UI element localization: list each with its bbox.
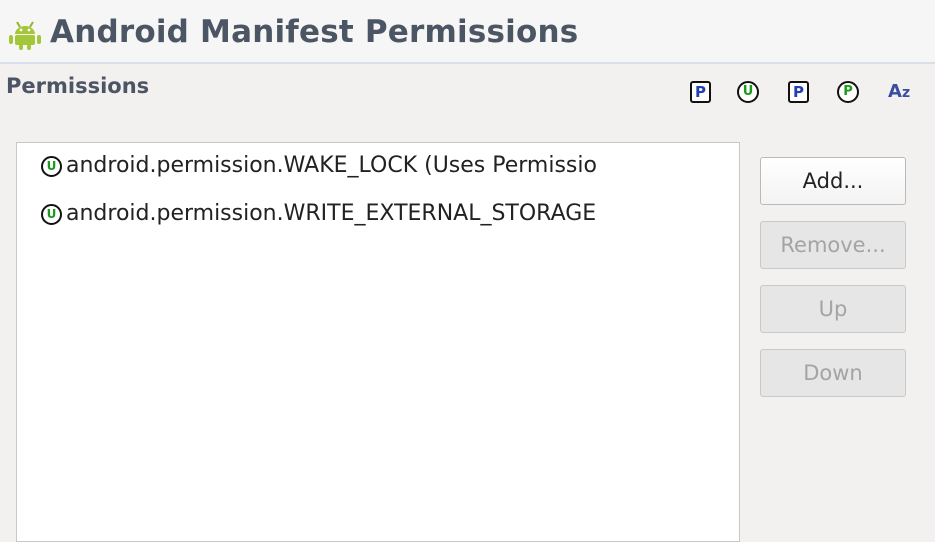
permission-label: android.permission.WRITE_EXTERNAL_STORAG… — [66, 201, 597, 226]
android-robot-icon — [9, 21, 41, 50]
remove-button[interactable]: Remove... — [760, 221, 906, 269]
sort-glyph-z: z — [901, 85, 911, 101]
sort-glyph-a: A — [888, 81, 902, 102]
editor-header: Android Manifest Permissions — [0, 0, 935, 64]
add-permission-tree-icon[interactable]: P — [788, 81, 809, 103]
uses-permission-icon: U — [41, 156, 62, 177]
add-button[interactable]: Add... — [760, 157, 906, 205]
permission-label: android.permission.WAKE_LOCK (Uses Permi… — [66, 153, 597, 178]
add-uses-permission-icon[interactable]: U — [737, 81, 759, 103]
section-title: Permissions — [6, 74, 150, 98]
uses-permission-icon: U — [41, 204, 62, 225]
add-permission-icon[interactable]: P — [690, 81, 711, 103]
sort-alphabetical-icon[interactable]: Az — [888, 81, 910, 104]
add-permission-group-icon[interactable]: P — [837, 81, 859, 103]
page-title: Android Manifest Permissions — [50, 14, 579, 50]
up-button[interactable]: Up — [760, 285, 906, 333]
permissions-list[interactable]: Uandroid.permission.WAKE_LOCK (Uses Perm… — [16, 142, 740, 542]
list-item[interactable]: Uandroid.permission.WRITE_EXTERNAL_STORA… — [41, 199, 596, 229]
permissions-toolbar: P U P P Az — [688, 81, 928, 107]
list-item[interactable]: Uandroid.permission.WAKE_LOCK (Uses Perm… — [41, 151, 597, 181]
down-button[interactable]: Down — [760, 349, 906, 397]
